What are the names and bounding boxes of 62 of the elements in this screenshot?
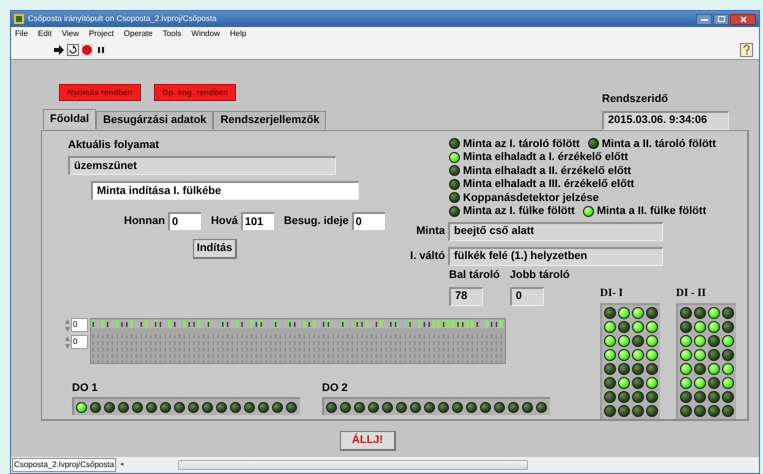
alarm-indicator: Op. eng. rendben — [154, 84, 236, 101]
command-field[interactable]: Minta indítása I. fülkébe — [91, 181, 359, 200]
menu-item[interactable]: Edit — [38, 28, 52, 40]
menu-item[interactable]: Help — [230, 28, 246, 40]
param-input[interactable]: 0 — [168, 212, 201, 230]
indicator-label: Minta a II. tároló fölött — [602, 136, 716, 152]
status-field[interactable]: fülkék felé (1.) helyzetben — [448, 246, 663, 266]
tab[interactable]: Rendszerjellemzők — [213, 111, 326, 129]
maximize-button[interactable] — [713, 14, 729, 24]
index-input[interactable]: 0 — [71, 318, 88, 332]
indicator-label: Minta elhaladt a II. érzékelő előtt — [463, 164, 632, 178]
indicator-label: Minta az I. tároló fölött — [463, 136, 580, 152]
tab[interactable]: Besugárzási adatok — [96, 111, 214, 129]
maximize-icon — [718, 16, 724, 22]
process-label: Aktuális folyamat — [68, 138, 160, 152]
status-path: Csoposta_2.lvproj/Csőposta — [12, 458, 116, 472]
param-label: Hová — [210, 214, 238, 229]
menu-item[interactable]: Window — [191, 28, 220, 40]
indicator-label: Minta elhaladt a III. érzékelő előtt — [463, 177, 634, 192]
param-label: Besug. ideje — [284, 214, 349, 229]
indicator-label: Minta a II. fülke fölött — [596, 204, 706, 219]
storage-label: Bal tároló — [449, 268, 500, 283]
status-label: Minta — [415, 224, 445, 239]
di-label: DI - II — [676, 286, 707, 301]
alarm-indicator: Nyomás rendben — [59, 84, 141, 101]
system-time-field[interactable]: 2015.03.06. 9:34:06 — [602, 110, 729, 130]
run-continuously-icon[interactable] — [67, 44, 79, 56]
help-icon[interactable] — [740, 42, 753, 56]
tab[interactable]: Főoldal — [43, 109, 96, 129]
app-icon — [14, 14, 24, 24]
storage-label: Jobb tároló — [510, 268, 570, 283]
param-input[interactable]: 0 — [352, 212, 385, 230]
horizontal-scrollbar[interactable] — [178, 460, 528, 470]
stop-button[interactable]: ÁLLJ! — [340, 430, 396, 450]
indicator-label: Minta az I. fülke fölött — [463, 204, 575, 219]
indicator-label: Koppanásdetektor jelzése — [463, 190, 599, 206]
minimize-button[interactable] — [696, 14, 712, 24]
process-field[interactable]: üzemszünet — [68, 156, 336, 175]
system-time-label: Rendszeridő — [602, 92, 670, 107]
minimize-icon — [700, 18, 708, 20]
storage-field[interactable]: 78 — [449, 286, 483, 306]
indicator-label: Minta elhaladt a I. érzékelő előtt — [463, 150, 628, 165]
window-title: Csőposta irányítópult on Csoposta_2.lvproj/Csőposta — [28, 13, 217, 25]
menu-item[interactable]: Operate — [124, 28, 153, 40]
close-button[interactable] — [730, 14, 756, 24]
close-icon — [740, 16, 746, 22]
di-label: DI- I — [600, 286, 624, 301]
param-label: Honnan — [124, 214, 165, 229]
menu-item[interactable]: View — [62, 28, 79, 40]
index-input[interactable]: 0 — [71, 335, 88, 349]
run-arrow-icon[interactable] — [53, 44, 65, 56]
status-label: I. váltó — [409, 248, 445, 264]
menu-item[interactable]: Tools — [162, 28, 182, 40]
menu-item[interactable]: Project — [88, 28, 114, 40]
start-button[interactable]: Indítás — [193, 239, 237, 259]
abort-icon[interactable] — [81, 44, 93, 56]
param-input[interactable]: 101 — [240, 212, 274, 230]
do-label: DO 1 — [72, 380, 99, 396]
do-label: DO 2 — [322, 380, 349, 396]
status-field[interactable]: beejtő cső alatt — [448, 222, 663, 240]
storage-field[interactable]: 0 — [510, 286, 544, 306]
menu-item[interactable]: File — [15, 28, 28, 40]
